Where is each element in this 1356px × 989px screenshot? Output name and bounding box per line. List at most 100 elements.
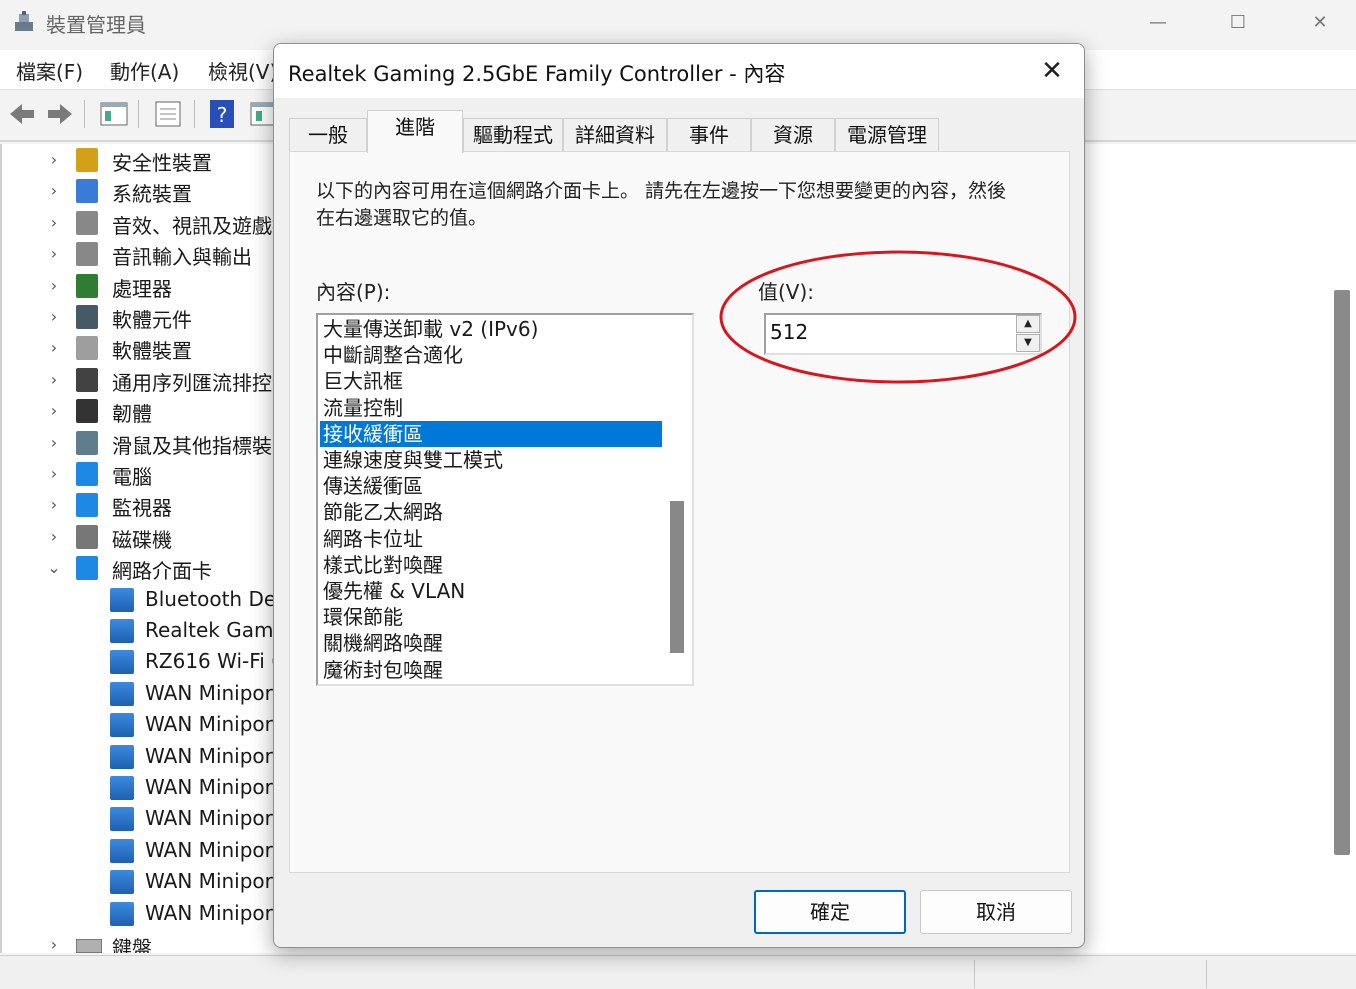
chevron-right-icon[interactable]: › — [46, 464, 62, 483]
menu-action[interactable]: 動作(A) — [110, 56, 179, 85]
tab-power-management[interactable]: 電源管理 — [835, 118, 939, 152]
tab-resources[interactable]: 資源 — [751, 118, 835, 152]
spin-down-button[interactable]: ▼ — [1016, 334, 1040, 352]
firmware-icon — [76, 399, 98, 424]
speaker-icon — [76, 210, 98, 235]
computer-icon — [76, 462, 98, 486]
chevron-right-icon[interactable]: › — [46, 401, 62, 420]
tree-category[interactable]: › 鍵盤 — [2, 931, 302, 953]
keyboard-icon — [76, 939, 102, 953]
tree-device[interactable]: WAN Miniport (IPv6) — [2, 743, 345, 773]
back-arrow-icon[interactable] — [6, 98, 38, 130]
properties-icon[interactable] — [152, 98, 184, 130]
toolbar-separator — [194, 100, 195, 128]
chevron-right-icon[interactable]: › — [46, 433, 62, 452]
tree-category[interactable]: › 軟體元件 — [2, 303, 302, 333]
tree-category[interactable]: › 韌體 — [2, 397, 302, 427]
tree-device[interactable]: WAN Miniport (IKEv2) — [2, 680, 359, 710]
chevron-right-icon[interactable]: › — [46, 181, 62, 200]
minimize-button[interactable]: — — [1138, 8, 1178, 38]
chevron-right-icon[interactable]: › — [46, 213, 62, 232]
property-list-item[interactable]: 傳送緩衝區 — [320, 473, 662, 499]
chevron-right-icon[interactable]: › — [46, 276, 62, 295]
tree-category[interactable]: › 安全性裝置 — [2, 146, 302, 176]
tree-category[interactable]: › 軟體裝置 — [2, 334, 302, 364]
key-icon — [76, 148, 98, 172]
tree-category[interactable]: › 音效、視訊及遊戲控制器 — [2, 209, 332, 239]
tree-device[interactable]: WAN Miniport (PPTP) — [2, 868, 351, 898]
dialog-close-button[interactable]: ✕ — [1034, 54, 1070, 88]
forward-arrow-icon[interactable] — [44, 98, 76, 130]
property-list-item[interactable]: 流量控制 — [320, 395, 662, 421]
tree-device[interactable]: WAN Miniport (IP) — [2, 711, 321, 741]
property-list-item[interactable]: 關機網路喚醒 — [320, 630, 662, 656]
tab-general[interactable]: 一般 — [289, 118, 367, 152]
chevron-right-icon[interactable]: › — [46, 244, 62, 263]
chevron-right-icon[interactable]: › — [46, 527, 62, 546]
value-field[interactable]: 512 — [770, 320, 808, 344]
chevron-right-icon[interactable]: › — [46, 338, 62, 357]
property-list-item[interactable]: 網路卡位址 — [320, 526, 662, 552]
device-icon — [76, 336, 98, 361]
network-adapter-icon — [110, 870, 134, 895]
tree-category[interactable]: ⌄ 網路介面卡 — [2, 554, 302, 584]
network-adapter-icon — [110, 681, 134, 706]
tab-driver[interactable]: 驅動程式 — [463, 118, 563, 152]
tab-strip: 一般 進階 驅動程式 詳細資料 事件 資源 電源管理 — [289, 110, 1069, 153]
value-spinbox[interactable]: 512 ▲ ▼ — [764, 313, 1042, 355]
help-icon[interactable]: ? — [206, 98, 238, 130]
tree-device[interactable]: WAN Miniport (Network Monitor) — [2, 805, 469, 835]
system-folder-icon — [76, 179, 98, 204]
tree-category[interactable]: › 電腦 — [2, 460, 302, 490]
tab-advanced[interactable]: 進階 — [367, 110, 463, 153]
property-list-item[interactable]: 連線速度與雙工模式 — [320, 447, 662, 473]
tree-device[interactable]: Realtek Gaming 2.5GbE Family Controller — [2, 617, 559, 647]
tree-scrollbar[interactable] — [1334, 290, 1350, 855]
property-list-item[interactable]: 中斷調整合適化 — [320, 342, 662, 368]
property-list-item[interactable]: 接收緩衝區 — [320, 420, 662, 447]
property-list[interactable]: 大量傳送卸載 v2 (IPv6) 中斷調整合適化 巨大訊框 流量控制 接收緩衝區 連線速度… — [316, 313, 694, 686]
property-list-item[interactable]: 大量傳送卸載 v2 (IPv6) — [320, 316, 662, 342]
tree-category[interactable]: › 磁碟機 — [2, 523, 302, 553]
tab-details[interactable]: 詳細資料 — [563, 118, 667, 152]
property-list-item[interactable]: 環保節能 — [320, 604, 662, 630]
property-list-item[interactable]: 優先權 & VLAN — [320, 578, 662, 604]
tree-device[interactable]: WAN Miniport (SSTP) — [2, 900, 352, 930]
maximize-button[interactable]: ☐ — [1218, 8, 1258, 38]
tree-category[interactable]: › 滑鼠及其他指標裝置 — [2, 429, 302, 459]
network-adapter-icon — [110, 776, 134, 800]
tree-device[interactable]: WAN Miniport (L2TP) — [2, 774, 351, 804]
chevron-down-icon[interactable]: ⌄ — [46, 558, 62, 577]
property-list-item[interactable]: 樣式比對喚醒 — [320, 552, 662, 578]
tree-category[interactable]: › 音訊輸入與輸出 — [2, 240, 302, 270]
tab-events[interactable]: 事件 — [667, 118, 751, 152]
chevron-right-icon[interactable]: › — [46, 495, 62, 514]
ok-button[interactable]: 確定 — [754, 890, 906, 934]
chevron-right-icon[interactable]: › — [46, 307, 62, 326]
close-button[interactable]: ✕ — [1300, 8, 1340, 38]
tree-category[interactable]: › 監視器 — [2, 491, 302, 521]
property-list-item[interactable]: 巨大訊框 — [320, 368, 662, 394]
tree-category[interactable]: › 系統裝置 — [2, 177, 302, 207]
menu-file[interactable]: 檔案(F) — [16, 56, 83, 85]
property-list-item[interactable]: 魔術封包喚醒 — [320, 657, 662, 683]
list-scrollbar-thumb[interactable] — [670, 501, 684, 653]
chevron-right-icon[interactable]: › — [46, 150, 62, 169]
tree-device[interactable]: Bluetooth Device (Personal Area Network) — [2, 586, 566, 616]
dialog-titlebar: Realtek Gaming 2.5GbE Family Controller … — [274, 44, 1084, 98]
property-list-item[interactable]: 節能乙太網路 — [320, 499, 662, 525]
tree-category[interactable]: › 通用序列匯流排控制器 — [2, 366, 312, 396]
value-label: 值(V): — [758, 280, 815, 304]
spin-up-button[interactable]: ▲ — [1016, 315, 1040, 333]
chevron-right-icon[interactable]: › — [46, 370, 62, 389]
console-tree-icon[interactable] — [98, 98, 130, 130]
chevron-right-icon[interactable]: › — [46, 935, 62, 953]
tree-device[interactable]: WAN Miniport (PPPOE) — [2, 837, 367, 867]
network-adapter-icon — [110, 650, 134, 675]
tree-category[interactable]: › 處理器 — [2, 272, 302, 302]
tree-device[interactable]: RZ616 Wi-Fi 6E 160MHz — [2, 648, 384, 678]
properties-dialog: Realtek Gaming 2.5GbE Family Controller … — [273, 43, 1085, 948]
menu-view[interactable]: 檢視(V) — [208, 56, 277, 85]
tree-category-label: 網路介面卡 — [112, 559, 212, 584]
cancel-button[interactable]: 取消 — [920, 890, 1072, 934]
